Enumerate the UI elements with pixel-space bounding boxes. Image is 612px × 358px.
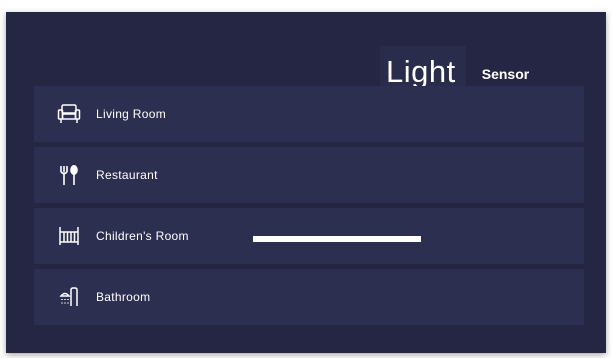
fork-spoon-icon xyxy=(56,162,82,188)
room-label-living-room: Living Room xyxy=(96,107,166,121)
room-label-childrens-room: Children's Room xyxy=(96,229,189,243)
room-row-restaurant[interactable]: Restaurant xyxy=(34,147,584,203)
brightness-indicator-bar[interactable] xyxy=(253,236,421,242)
sofa-icon xyxy=(56,101,82,127)
room-label-restaurant: Restaurant xyxy=(96,168,158,182)
room-row-childrens-room[interactable]: Children's Room xyxy=(34,208,584,264)
crib-icon xyxy=(56,223,82,249)
light-control-panel: Light Sensor Living Room Restaurant Chil… xyxy=(6,12,606,353)
shower-icon xyxy=(56,284,82,310)
room-row-bathroom[interactable]: Bathroom xyxy=(34,269,584,325)
room-row-living-room[interactable]: Living Room xyxy=(34,86,584,142)
room-label-bathroom: Bathroom xyxy=(96,290,151,304)
